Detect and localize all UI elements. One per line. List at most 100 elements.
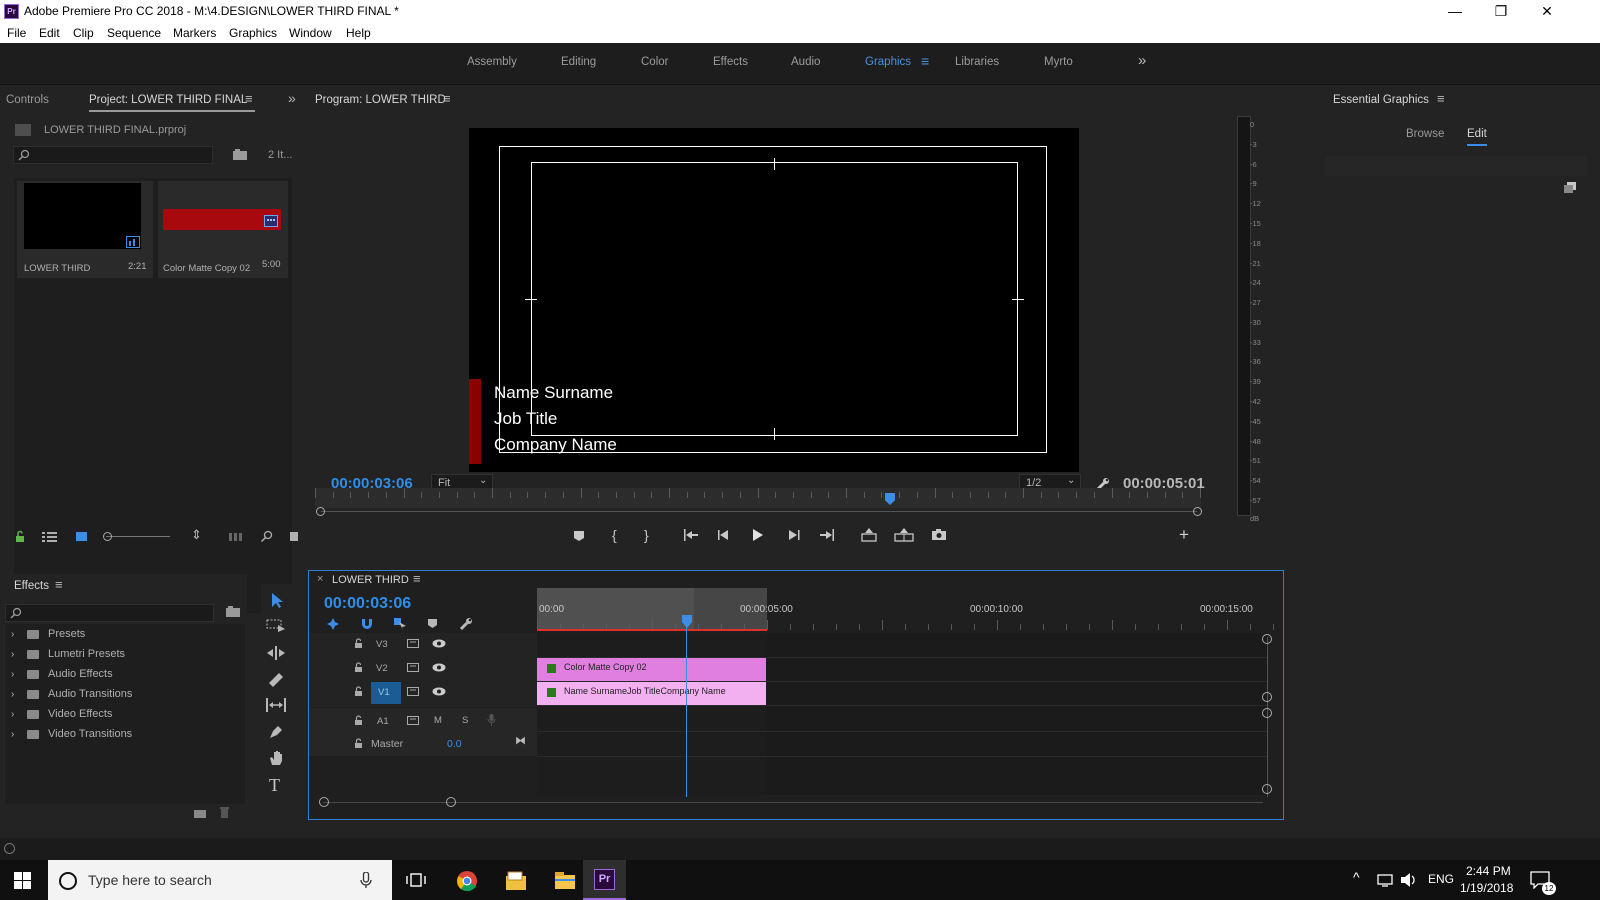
ripple-edit-tool-icon[interactable] <box>266 646 286 660</box>
export-frame-camera-icon[interactable] <box>931 529 947 541</box>
solo-track-button[interactable]: S <box>462 715 468 726</box>
network-icon[interactable] <box>1377 873 1393 887</box>
taskbar-premiere-active[interactable]: Pr <box>583 860 626 900</box>
master-volume-value[interactable]: 0.0 <box>447 738 462 750</box>
video-zoom-handle[interactable] <box>1262 634 1272 644</box>
automate-to-sequence-icon[interactable] <box>229 532 245 542</box>
new-bin-icon[interactable] <box>232 148 248 161</box>
show-hidden-icons-chevron-up-icon[interactable]: ^ <box>1353 869 1360 885</box>
go-to-in-icon[interactable] <box>683 529 699 541</box>
menu-clip[interactable]: Clip <box>73 26 94 40</box>
effects-folder-audio-transitions[interactable]: Audio Transitions <box>48 688 132 700</box>
chevron-right-icon[interactable]: › <box>11 649 14 660</box>
new-bin-icon[interactable] <box>193 807 207 818</box>
track-label-a1[interactable]: A1 <box>377 716 389 727</box>
lock-track-icon[interactable] <box>354 715 363 726</box>
panel-menu-icon[interactable]: ≡ <box>245 91 253 106</box>
chrome-icon[interactable] <box>456 870 478 892</box>
toggle-output-eye-icon[interactable] <box>432 687 446 696</box>
track-select-tool-icon[interactable] <box>266 619 286 633</box>
lock-track-icon[interactable] <box>354 638 363 649</box>
video-zoom-handle[interactable] <box>1262 692 1272 702</box>
toggle-output-eye-icon[interactable] <box>432 639 446 648</box>
audio-zoom-handle[interactable] <box>1262 708 1272 718</box>
workspace-graphics[interactable]: Graphics <box>865 56 911 68</box>
panel-menu-icon[interactable]: ≡ <box>1437 91 1445 106</box>
snap-magnet-icon[interactable] <box>361 618 373 630</box>
input-language[interactable]: ENG <box>1428 872 1454 886</box>
menu-help[interactable]: Help <box>346 26 371 40</box>
tab-project[interactable]: Project: LOWER THIRD FINAL <box>89 94 247 106</box>
pen-tool-icon[interactable] <box>268 724 284 740</box>
effects-folder-lumetri-presets[interactable]: Lumetri Presets <box>48 648 125 660</box>
new-item-icon[interactable] <box>289 531 299 542</box>
volume-icon[interactable] <box>1400 872 1418 888</box>
clip-color-matte[interactable]: Color Matte Copy 02 <box>537 658 766 681</box>
track-label-v2[interactable]: V2 <box>376 663 388 674</box>
menu-window[interactable]: Window <box>289 26 332 40</box>
audio-zoom-handle[interactable] <box>1262 784 1272 794</box>
effects-folder-audio-effects[interactable]: Audio Effects <box>48 668 113 680</box>
go-to-out-icon[interactable] <box>819 529 835 541</box>
maximize-button[interactable]: ❐ <box>1478 0 1524 23</box>
taskbar-search-box[interactable]: Type here to search <box>48 860 392 900</box>
lock-track-icon[interactable] <box>354 662 363 673</box>
workspace-assembly[interactable]: Assembly <box>467 56 517 68</box>
lock-track-icon[interactable] <box>354 686 363 697</box>
workspace-menu-icon[interactable]: ≡ <box>921 53 929 69</box>
project-item-lower-third[interactable]: LOWER THIRD 2:21 <box>17 181 153 278</box>
task-view-icon[interactable] <box>406 872 426 888</box>
clip-lower-third-text[interactable]: Name SurnameJob TitleCompany Name <box>537 682 766 705</box>
menu-markers[interactable]: Markers <box>173 26 216 40</box>
workspace-overflow-icon[interactable]: » <box>1138 52 1146 69</box>
effects-title[interactable]: Effects <box>14 580 49 592</box>
sync-lock-icon[interactable] <box>407 639 419 648</box>
sync-lock-icon[interactable] <box>407 687 419 696</box>
add-marker-icon[interactable] <box>573 530 585 542</box>
menu-edit[interactable]: Edit <box>39 26 60 40</box>
essential-graphics-title[interactable]: Essential Graphics <box>1333 94 1429 106</box>
tab-browse[interactable]: Browse <box>1406 128 1444 140</box>
new-layer-icon[interactable] <box>1564 182 1576 193</box>
step-back-icon[interactable] <box>717 529 731 541</box>
close-tab-icon[interactable]: × <box>317 573 323 585</box>
tab-controls[interactable]: Controls <box>6 94 49 106</box>
linked-selection-icon[interactable] <box>394 618 407 630</box>
step-forward-icon[interactable] <box>787 529 801 541</box>
taskbar-date[interactable]: 1/19/2018 <box>1460 881 1513 895</box>
menu-file[interactable]: File <box>7 26 26 40</box>
mark-in-icon[interactable]: { <box>612 527 617 543</box>
extract-icon[interactable] <box>894 528 914 542</box>
menu-graphics[interactable]: Graphics <box>229 26 277 40</box>
add-marker-icon[interactable] <box>427 618 438 630</box>
zoom-scrollbar[interactable] <box>321 511 1197 512</box>
effects-search-input[interactable] <box>5 604 214 622</box>
sync-lock-icon[interactable] <box>407 716 419 725</box>
mute-track-button[interactable]: M <box>434 715 442 726</box>
minimize-button[interactable]: — <box>1432 0 1478 23</box>
chevron-right-icon[interactable]: › <box>11 629 14 640</box>
workspace-editing[interactable]: Editing <box>561 56 596 68</box>
track-label-v1[interactable]: V1 <box>378 687 390 698</box>
horizontal-scrollbar[interactable] <box>323 802 1263 803</box>
workspace-color[interactable]: Color <box>641 56 668 68</box>
toggle-output-eye-icon[interactable] <box>432 663 446 672</box>
file-explorer-icon[interactable] <box>554 871 576 890</box>
type-tool-icon[interactable]: T <box>269 775 280 796</box>
slip-tool-icon[interactable] <box>265 698 287 712</box>
lock-icon[interactable] <box>14 530 26 543</box>
workspace-effects[interactable]: Effects <box>713 56 748 68</box>
timeline-title[interactable]: LOWER THIRD <box>332 574 409 586</box>
microphone-icon[interactable] <box>360 872 372 889</box>
sync-lock-icon[interactable] <box>407 663 419 672</box>
new-custom-bin-icon[interactable] <box>225 605 241 618</box>
effects-folder-presets[interactable]: Presets <box>48 628 85 640</box>
workspace-myrto[interactable]: Myrto <box>1044 56 1073 68</box>
sort-icon[interactable]: ⇕ <box>191 527 202 543</box>
zoom-scroll-start-handle[interactable] <box>316 507 325 516</box>
chevron-right-icon[interactable]: › <box>11 689 14 700</box>
background-tasks-icon[interactable] <box>4 843 15 854</box>
trash-icon[interactable] <box>219 806 230 818</box>
workspace-libraries[interactable]: Libraries <box>955 56 999 68</box>
program-monitor-title[interactable]: Program: LOWER THIRD <box>315 94 446 106</box>
